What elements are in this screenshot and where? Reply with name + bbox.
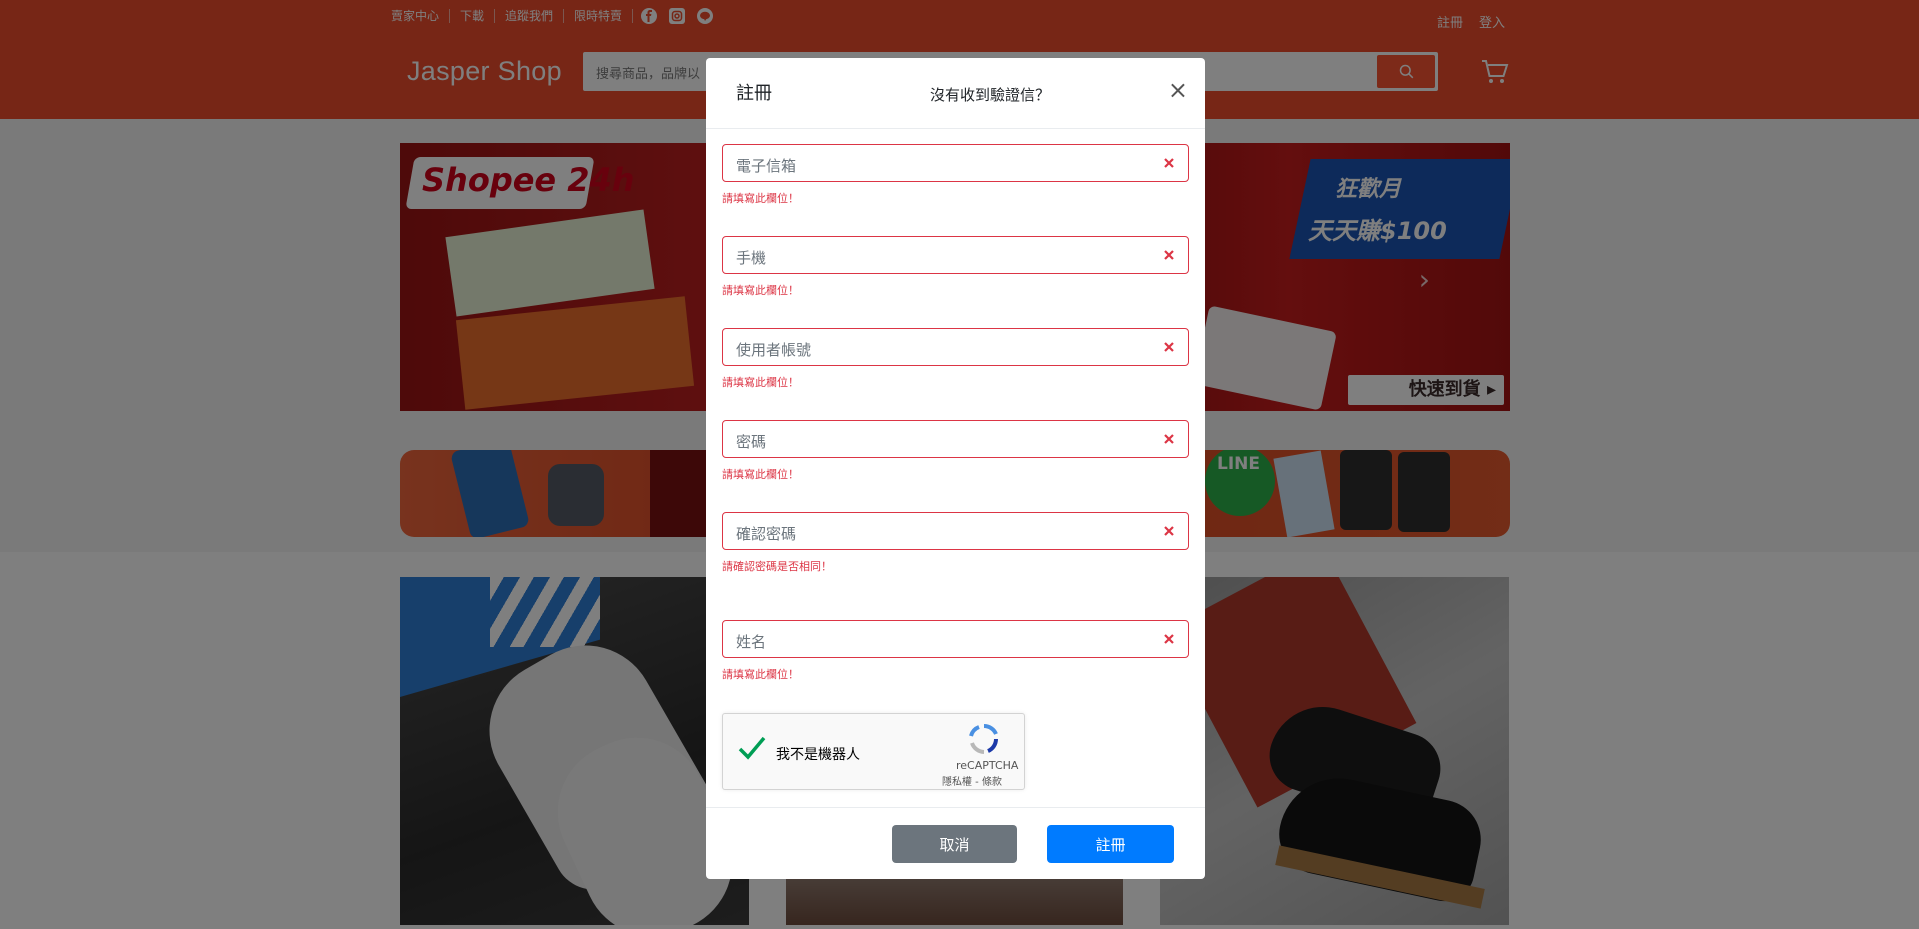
name-placeholder: 姓名 xyxy=(736,633,767,651)
recaptcha-label: 我不是機器人 xyxy=(776,747,860,763)
recaptcha-logo-icon xyxy=(969,724,998,754)
password-error: 請填寫此欄位！ xyxy=(722,468,799,481)
phone-placeholder: 手機 xyxy=(736,249,767,267)
email-field[interactable]: 電子信箱 xyxy=(722,144,1189,182)
resend-verification-link[interactable]: 沒有收到驗證信？ xyxy=(930,84,1050,105)
invalid-icon xyxy=(1164,526,1174,536)
username-field[interactable]: 使用者帳號 xyxy=(722,328,1189,366)
modal-footer: 取消 註冊 xyxy=(706,807,1205,879)
invalid-icon xyxy=(1164,434,1174,444)
recaptcha-widget: 我不是機器人 reCAPTCHA 隱私權 - 條款 xyxy=(722,713,1025,790)
close-icon[interactable]: × xyxy=(1168,78,1188,102)
password-placeholder: 密碼 xyxy=(736,433,767,451)
phone-field[interactable]: 手機 xyxy=(722,236,1189,274)
confirm-password-field[interactable]: 確認密碼 xyxy=(722,512,1189,550)
confirm-password-error: 請確認密碼是否相同！ xyxy=(722,560,832,573)
password-field[interactable]: 密碼 xyxy=(722,420,1189,458)
invalid-icon xyxy=(1164,250,1174,260)
modal-title: 註冊 xyxy=(736,83,772,104)
phone-error: 請填寫此欄位！ xyxy=(722,284,799,297)
modal-header: 註冊 沒有收到驗證信？ × xyxy=(706,58,1205,129)
name-error: 請填寫此欄位！ xyxy=(722,668,799,681)
cancel-button[interactable]: 取消 xyxy=(892,825,1017,863)
invalid-icon xyxy=(1164,158,1174,168)
register-modal: 註冊 沒有收到驗證信？ × 電子信箱 請填寫此欄位！ 手機 請填寫此欄位！ 使用… xyxy=(706,58,1205,879)
invalid-icon xyxy=(1164,634,1174,644)
username-placeholder: 使用者帳號 xyxy=(736,341,812,359)
email-error: 請填寫此欄位！ xyxy=(722,192,799,205)
confirm-password-placeholder: 確認密碼 xyxy=(736,525,797,543)
recaptcha-terms-link[interactable]: 隱私權 - 條款 xyxy=(942,773,1002,788)
recaptcha-brand: reCAPTCHA xyxy=(956,759,1019,772)
username-error: 請填寫此欄位！ xyxy=(722,376,799,389)
name-field[interactable]: 姓名 xyxy=(722,620,1189,658)
recaptcha-checkbox[interactable] xyxy=(737,734,767,762)
register-submit-button[interactable]: 註冊 xyxy=(1047,825,1174,863)
email-placeholder: 電子信箱 xyxy=(736,157,797,175)
invalid-icon xyxy=(1164,342,1174,352)
